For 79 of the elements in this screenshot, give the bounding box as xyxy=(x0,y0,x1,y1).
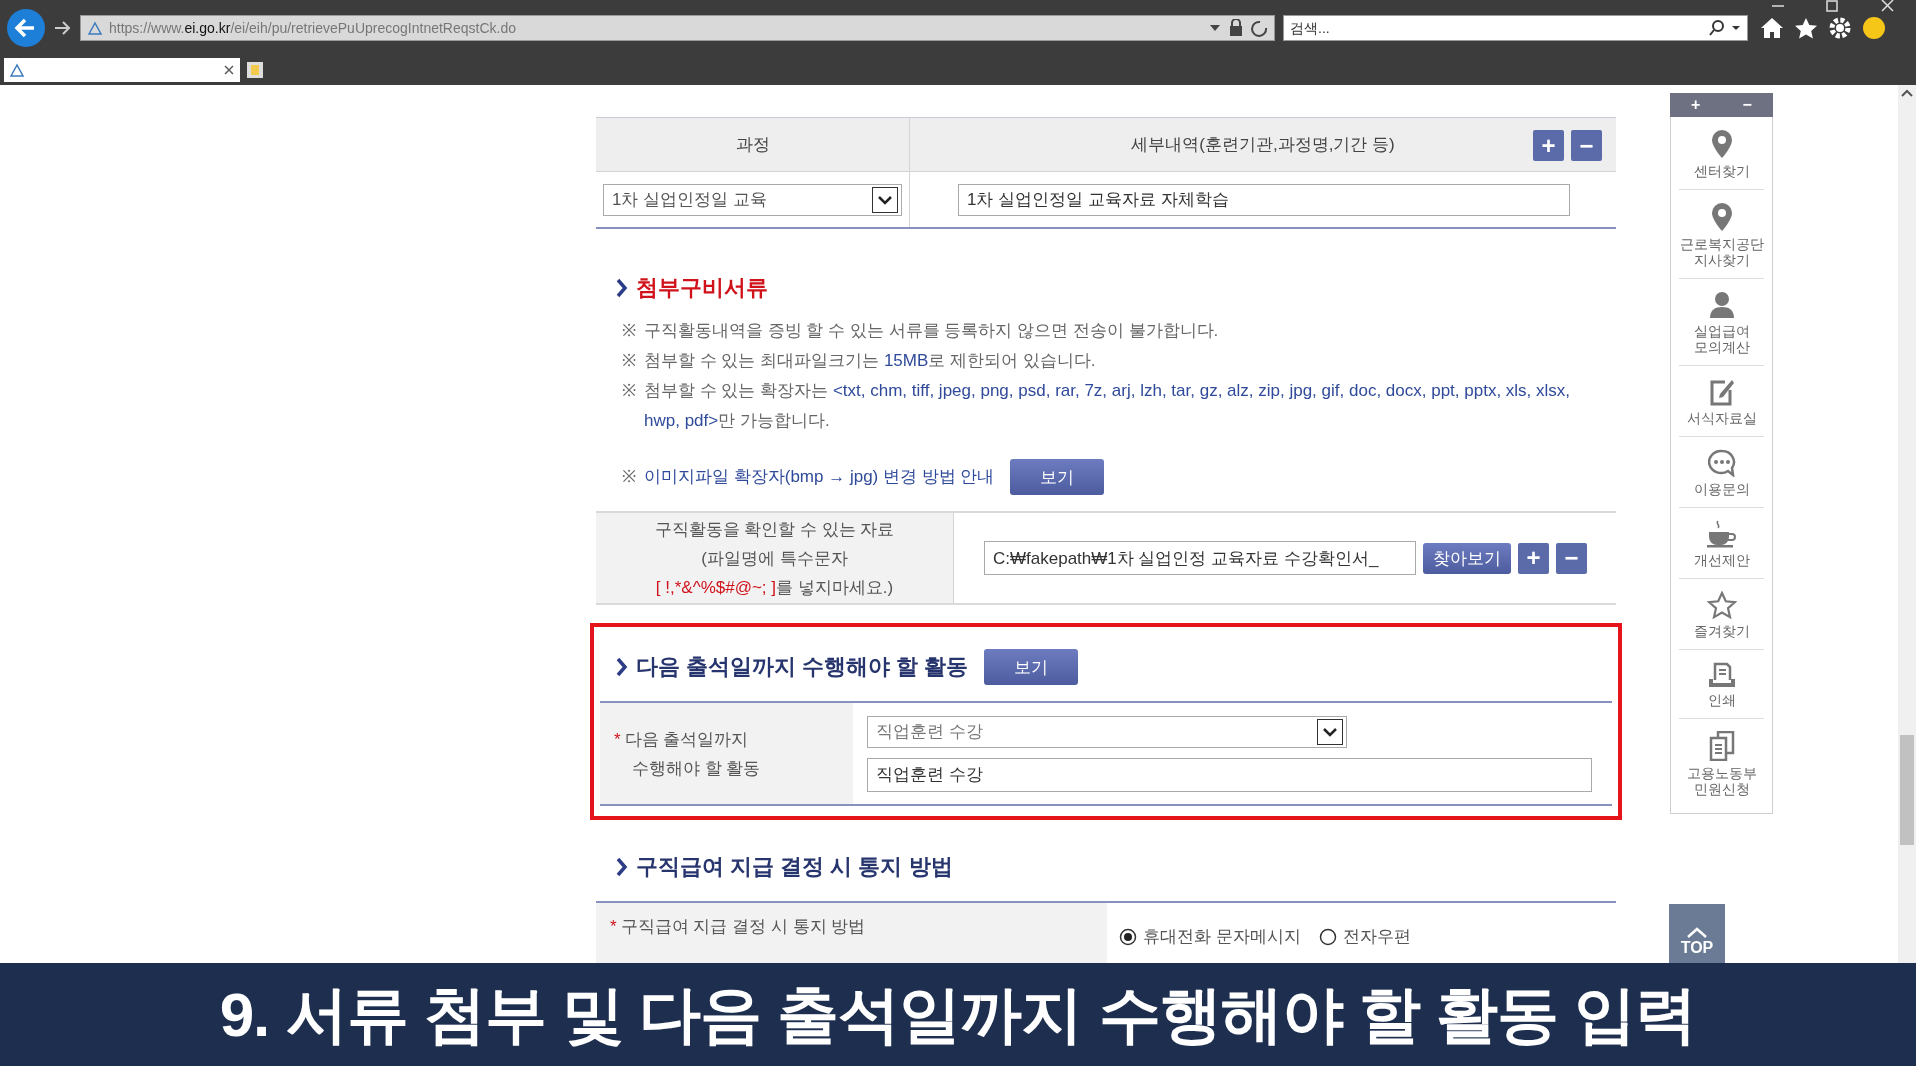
feedback-icon[interactable] xyxy=(1862,15,1886,40)
quick-menu-item[interactable]: 근로복지공단 지사찾기 xyxy=(1679,236,1764,268)
favorites-icon[interactable] xyxy=(1794,16,1818,39)
remove-row-button[interactable]: − xyxy=(1571,130,1602,161)
back-button[interactable] xyxy=(6,7,46,48)
section-title: 구직급여 지급 결정 시 통지 방법 xyxy=(636,853,953,881)
chevron-icon xyxy=(616,278,628,298)
zoom-in-button[interactable]: + xyxy=(1685,96,1707,114)
column-header: 세부내역(훈련기관,과정명,기간 등) xyxy=(1131,134,1395,156)
quick-menu-item[interactable]: 이용문의 xyxy=(1693,481,1750,497)
video-caption: 9. 서류 첨부 및 다음 출석일까지 수행해야 할 활동 입력 xyxy=(219,978,1697,1051)
quick-menu-item[interactable]: 인쇄 xyxy=(1707,692,1736,708)
field-label: * 구직급여 지급 결정 시 통지 방법 xyxy=(610,916,866,938)
quick-menu-item[interactable]: 실업급여 모의계산 xyxy=(1693,323,1750,355)
chat-bubble-icon[interactable] xyxy=(1707,449,1736,477)
scrollbar[interactable] xyxy=(1898,85,1916,963)
documents-icon[interactable] xyxy=(1708,731,1735,761)
person-icon[interactable] xyxy=(1708,291,1735,319)
column-header: 과정 xyxy=(735,134,770,156)
address-tools-icon[interactable] xyxy=(1208,18,1268,37)
forward-button[interactable] xyxy=(54,19,72,36)
edit-icon[interactable] xyxy=(1708,378,1735,406)
guide-link[interactable]: 이미지파일 확장자(bmp → jpg) 변경 방법 안내 xyxy=(644,462,995,492)
home-icon[interactable] xyxy=(1760,16,1784,39)
quick-menu-item[interactable]: 센터찾기 xyxy=(1693,163,1750,179)
coffee-cup-icon[interactable] xyxy=(1705,520,1738,548)
file-field[interactable]: C:₩fakepath₩1차 실업인정 교육자료 수강확인서_ xyxy=(984,541,1416,575)
radio-label: 전자우편 xyxy=(1342,926,1411,948)
address-bar[interactable]: https://www.ei.go.kr/ei/eih/pu/retrievePuUprecogIntnetReqstCk.do xyxy=(80,14,1275,41)
note-text: 첨부할 수 있는 최대파일크기는 15MB로 제한되어 있습니다. xyxy=(644,350,1097,372)
field-label: [ !,*&^%$#@~; ]를 넣지마세요.) xyxy=(655,576,894,599)
view-button[interactable]: 보기 xyxy=(984,649,1079,685)
view-button[interactable]: 보기 xyxy=(1010,459,1105,495)
add-file-button[interactable]: + xyxy=(1518,542,1549,574)
note-mark: ※ xyxy=(622,380,636,402)
chevron-icon xyxy=(616,857,628,877)
zoom-out-button[interactable]: − xyxy=(1736,96,1758,114)
note-mark: ※ xyxy=(622,350,636,372)
chevron-icon xyxy=(616,657,628,677)
new-tab-button[interactable] xyxy=(246,61,264,79)
search-field[interactable]: 검색... xyxy=(1283,14,1748,41)
remove-file-button[interactable]: − xyxy=(1556,542,1587,574)
page-icon xyxy=(10,63,24,77)
field-label: 수행해야 할 활동 xyxy=(631,757,761,780)
detail-field[interactable]: 1차 실업인정일 교육자료 자체학습 xyxy=(958,183,1570,216)
top-button[interactable]: TOP xyxy=(1669,904,1725,963)
quick-menu-item[interactable]: 서식자료실 xyxy=(1686,410,1757,426)
quick-menu-item[interactable]: 고용노동부 민원신청 xyxy=(1686,765,1757,797)
search-icon[interactable] xyxy=(1708,18,1742,37)
location-pin-icon[interactable] xyxy=(1709,202,1734,232)
field-label: * 다음 출석일까지 xyxy=(614,728,749,751)
note-text: 구직활동내역을 증빙 할 수 있는 서류를 등록하지 않으면 전송이 불가합니다. xyxy=(644,320,1220,342)
radio-button[interactable] xyxy=(1318,927,1337,946)
browse-button[interactable]: 찾아보기 xyxy=(1423,542,1511,574)
activity-field[interactable]: 직업훈련 수강 xyxy=(867,757,1592,792)
add-row-button[interactable]: + xyxy=(1533,130,1564,161)
page-icon xyxy=(87,19,103,36)
location-pin-icon[interactable] xyxy=(1709,129,1734,159)
note-mark: ※ xyxy=(622,466,636,488)
field-label: (파일명에 특수문자 xyxy=(701,547,848,570)
quick-menu-item[interactable]: 즐겨찾기 xyxy=(1693,623,1750,639)
dropdown-icon[interactable] xyxy=(1317,718,1343,745)
up-icon xyxy=(1686,927,1708,939)
settings-icon[interactable] xyxy=(1828,15,1852,40)
section-title: 다음 출석일까지 수행해야 할 활동 xyxy=(636,653,969,681)
radio-label: 휴대전화 문자메시지 xyxy=(1143,926,1301,948)
close-icon[interactable] xyxy=(224,65,234,75)
quick-menu-item[interactable]: 개선제안 xyxy=(1693,552,1750,568)
field-label: 구직활동을 확인할 수 있는 자료 xyxy=(654,518,895,541)
star-icon[interactable] xyxy=(1706,591,1737,619)
activity-select[interactable]: 직업훈련 수강 xyxy=(867,715,1347,748)
scrollbar-thumb[interactable] xyxy=(1900,735,1914,845)
note-text: 첨부할 수 있는 확장자는 <txt, chm, tiff, jpeg, png, psd, rar, 7z, arj, lzh, tar, gz, alz, zip, jpg, gif, doc, docx, ppt, pptx, xls, xlsx, hwp, pdf>만 가능합니다. xyxy=(644,380,1572,432)
course-select[interactable]: 1차 실업인정일 교육 xyxy=(603,183,902,216)
note-mark: ※ xyxy=(622,320,636,342)
printer-icon[interactable] xyxy=(1707,662,1736,688)
section-title: 첨부구비서류 xyxy=(636,274,768,302)
radio-button[interactable] xyxy=(1119,927,1137,946)
dropdown-icon[interactable] xyxy=(872,186,898,213)
